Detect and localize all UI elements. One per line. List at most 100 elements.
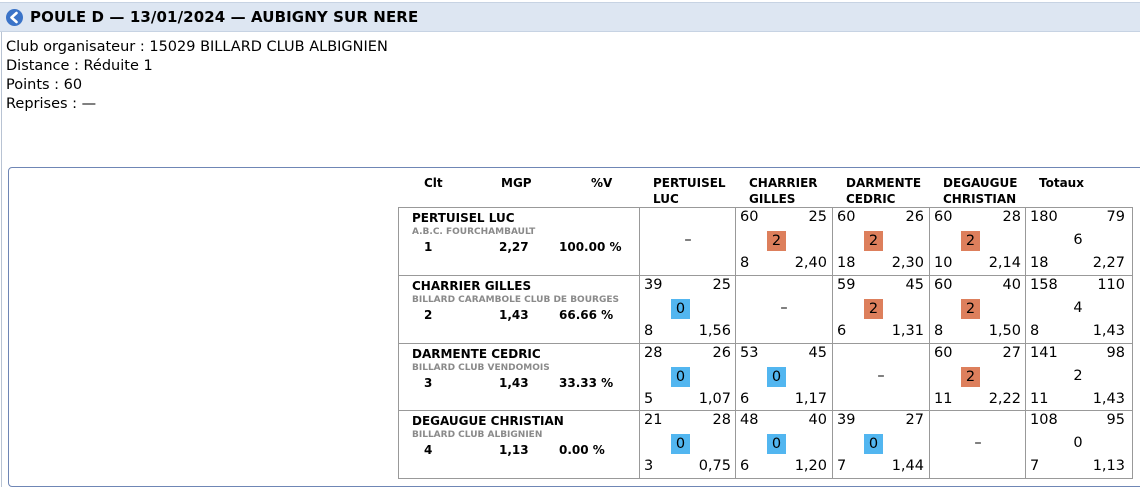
match-average: 2,14 (988, 255, 1021, 271)
match-cell: – (930, 411, 1026, 478)
total-opponent-points: 98 (1106, 345, 1125, 361)
player-name: DARMENTE CEDRIC (412, 347, 541, 361)
match-cell: 60 26 2 18 2,30 (833, 208, 929, 275)
match-score-badge: 0 (671, 299, 690, 319)
self-match-dash: – (780, 300, 788, 316)
player-mgp: 1,43 (499, 308, 529, 322)
match-score-badge: 0 (767, 434, 786, 454)
total-reprises: 7 (1030, 458, 1040, 474)
player-pv: 66.66 % (559, 308, 614, 322)
match-cell: 39 25 0 8 1,56 (640, 276, 736, 343)
match-opponent-points: 40 (808, 412, 827, 428)
results-grid: PERTUISEL LUC A.B.C. FOURCHAMBAULT 1 2,27 10… (398, 207, 1133, 479)
match-cell: 53 45 0 6 1,17 (736, 344, 832, 411)
page-header: POULE D — 13/01/2024 — AUBIGNY SUR NERE (0, 2, 1140, 32)
match-reprises: 6 (740, 391, 750, 407)
player-name: DEGAUGUE CHRISTIAN (412, 414, 564, 428)
totals-cell: 180 79 6 18 2,27 (1026, 208, 1130, 275)
match-opponent-points: 28 (712, 412, 731, 428)
match-opponent-points: 27 (1002, 345, 1021, 361)
match-reprises: 3 (644, 458, 654, 474)
total-score: 6 (1073, 232, 1083, 248)
match-opponent-points: 27 (905, 412, 924, 428)
total-score: 4 (1073, 300, 1083, 316)
match-reprises: 6 (837, 323, 847, 339)
header-pv: %V (591, 176, 613, 190)
player-pv: 100.00 % (559, 240, 622, 254)
match-points: 21 (644, 412, 663, 428)
player-club: A.B.C. FOURCHAMBAULT (412, 227, 536, 237)
match-cell: 21 28 0 3 0,75 (640, 411, 736, 478)
match-points: 39 (644, 277, 663, 293)
player-clt: 2 (424, 308, 433, 322)
total-opponent-points: 110 (1097, 277, 1125, 293)
totals-cell: 141 98 2 11 1,43 (1026, 344, 1130, 411)
match-points: 60 (934, 209, 953, 225)
match-score-badge: 2 (864, 299, 883, 319)
player-clt: 1 (424, 240, 433, 254)
total-opponent-points: 95 (1106, 412, 1125, 428)
total-points: 141 (1030, 345, 1058, 361)
match-opponent-points: 25 (712, 277, 731, 293)
player-pv: 0.00 % (559, 443, 605, 457)
player-clt: 4 (424, 443, 433, 457)
total-average: 1,13 (1092, 458, 1125, 474)
match-cell: – (736, 276, 832, 343)
back-arrow-icon[interactable] (6, 9, 23, 26)
self-match-dash: – (877, 368, 885, 384)
points: Points : 60 (6, 77, 83, 93)
match-score-badge: 0 (864, 434, 883, 454)
match-opponent-points: 26 (905, 209, 924, 225)
match-cell: 48 40 0 6 1,20 (736, 411, 832, 478)
match-points: 48 (740, 412, 759, 428)
header-totaux: Totaux (1039, 176, 1084, 190)
match-average: 2,30 (891, 255, 924, 271)
header-player-4: DEGAUGUE CHRISTIAN (943, 176, 1018, 206)
match-cell: – (640, 208, 736, 275)
match-points: 60 (837, 209, 856, 225)
player-clt: 3 (424, 376, 433, 390)
player-mgp: 1,43 (499, 376, 529, 390)
match-score-badge: 2 (961, 231, 980, 251)
match-score-badge: 0 (767, 367, 786, 387)
player-club: BILLARD CLUB VENDOMOIS (412, 363, 550, 373)
match-opponent-points: 25 (808, 209, 827, 225)
match-opponent-points: 28 (1002, 209, 1021, 225)
match-reprises: 8 (644, 323, 654, 339)
match-average: 2,22 (988, 391, 1021, 407)
total-opponent-points: 79 (1106, 209, 1125, 225)
match-average: 1,07 (698, 391, 731, 407)
distance: Distance : Réduite 1 (6, 58, 153, 74)
match-average: 1,44 (891, 458, 924, 474)
header-player-3: DARMENTE CEDRIC (846, 176, 922, 206)
player-mgp: 1,13 (499, 443, 529, 457)
header-player-1: PERTUISEL LUC (653, 176, 726, 206)
club-organisateur: Club organisateur : 15029 BILLARD CLUB A… (6, 39, 388, 55)
match-average: 0,75 (698, 458, 731, 474)
total-points: 158 (1030, 277, 1058, 293)
header-player-2: CHARRIER GILLES (749, 176, 818, 206)
match-reprises: 10 (934, 255, 953, 271)
match-opponent-points: 26 (712, 345, 731, 361)
match-score-badge: 2 (961, 299, 980, 319)
match-reprises: 5 (644, 391, 654, 407)
match-average: 1,17 (794, 391, 827, 407)
player-club: BILLARD CARAMBOLE CLUB DE BOURGES (412, 295, 619, 305)
match-average: 1,31 (891, 323, 924, 339)
match-reprises: 8 (740, 255, 750, 271)
match-points: 60 (934, 277, 953, 293)
match-reprises: 11 (934, 391, 953, 407)
match-cell: 60 27 2 11 2,22 (930, 344, 1026, 411)
total-points: 180 (1030, 209, 1058, 225)
total-points: 108 (1030, 412, 1058, 428)
player-mgp: 2,27 (499, 240, 529, 254)
player-club: BILLARD CLUB ALBIGNIEN (412, 430, 543, 440)
self-match-dash: – (684, 232, 692, 248)
match-opponent-points: 45 (905, 277, 924, 293)
match-reprises: 8 (934, 323, 944, 339)
match-score-badge: 2 (864, 231, 883, 251)
match-cell: 39 27 0 7 1,44 (833, 411, 929, 478)
match-average: 1,20 (794, 458, 827, 474)
total-reprises: 11 (1030, 391, 1049, 407)
total-score: 0 (1073, 435, 1083, 451)
